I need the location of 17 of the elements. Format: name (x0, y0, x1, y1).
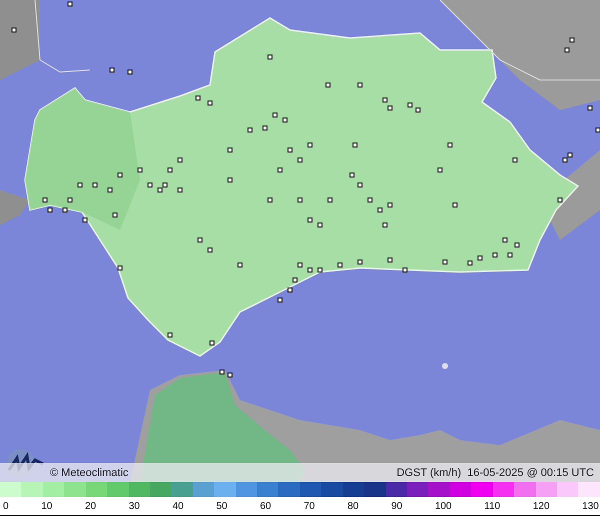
scale-tick-label: 80 (347, 500, 359, 512)
scale-tick-label: 120 (532, 500, 550, 512)
copyright-credit: © Meteoclimatic (50, 466, 128, 478)
scale-tick-label: 110 (484, 500, 500, 512)
scale-tick-label: 100 (434, 500, 452, 512)
scale-tick-label: 30 (128, 500, 140, 512)
scale-tick-label: 20 (84, 500, 96, 512)
scale-tick-label: 130 (582, 500, 599, 512)
scale-tick-label: 90 (391, 500, 402, 512)
map-title: DGST (km/h) 16-05-2025 @ 00:15 UTC (396, 466, 594, 478)
scale-tick-label: 0 (3, 500, 9, 512)
scale-tick-label: 10 (41, 500, 52, 512)
scale-tick-label: 60 (260, 500, 272, 512)
scale-tick-label: 70 (304, 500, 315, 512)
scale-tick-label: 40 (172, 500, 184, 512)
island-marker (442, 363, 448, 369)
scale-tick-label: 50 (216, 500, 228, 512)
